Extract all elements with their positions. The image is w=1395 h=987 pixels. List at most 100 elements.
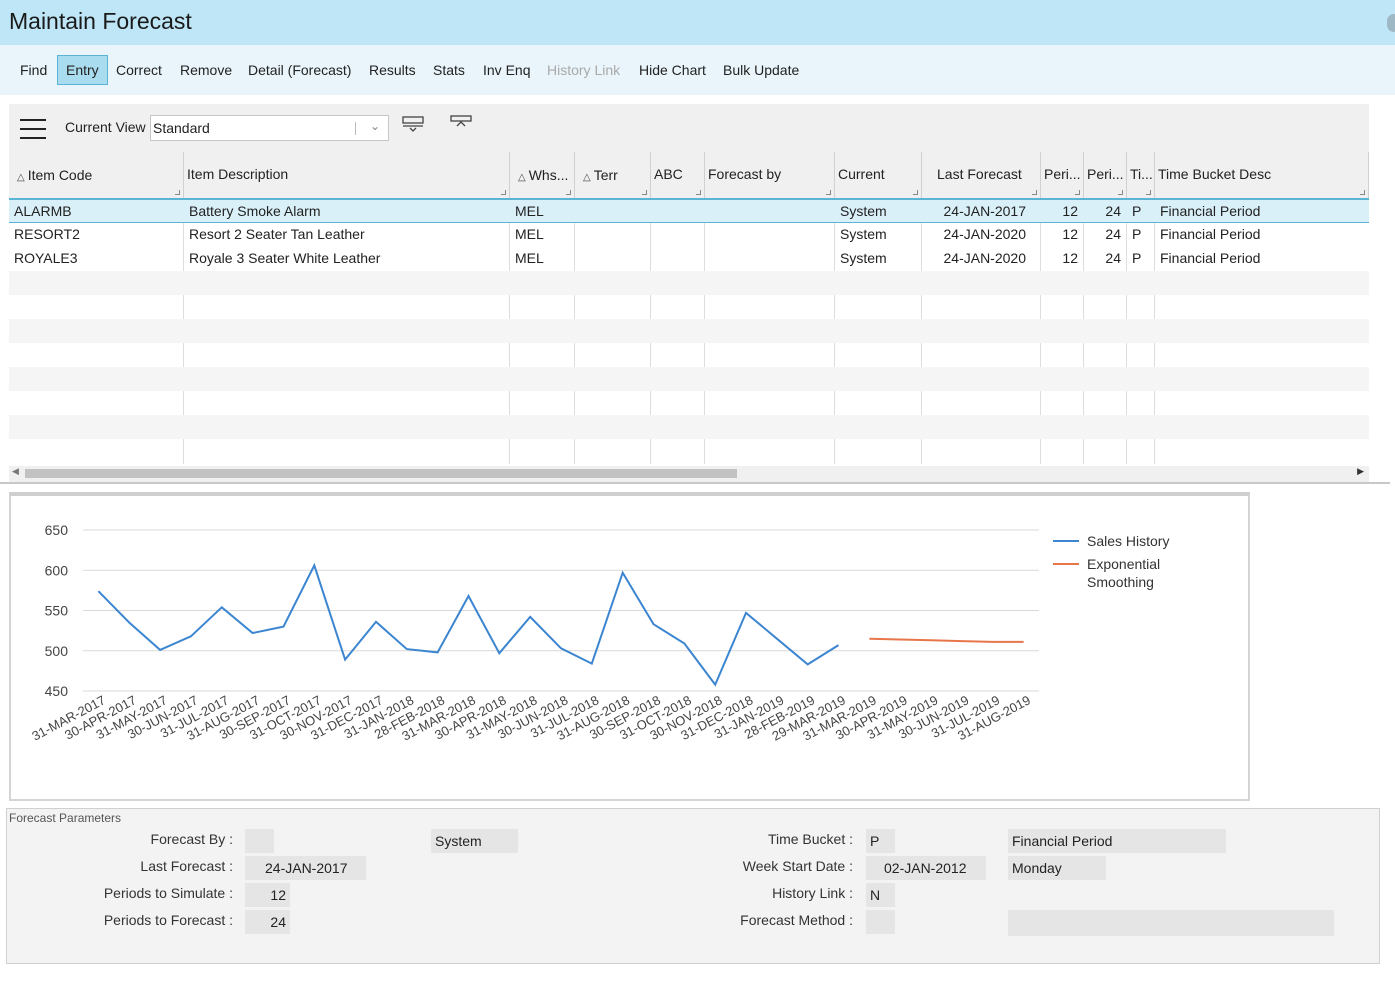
find-button[interactable]: Find [11, 55, 56, 85]
cell-item-desc: Battery Smoke Alarm [189, 203, 321, 219]
results-button[interactable]: Results [360, 55, 425, 85]
y-tick-label: 650 [45, 522, 69, 538]
forecast-by-label: Forecast By : [150, 831, 233, 847]
y-tick-label: 500 [45, 643, 69, 659]
cell-item-code: ALARMB [14, 203, 72, 219]
col-item-code[interactable]: △ Item Code [9, 152, 184, 198]
sort-asc-icon: △ [518, 172, 526, 183]
week-start-label: Week Start Date : [742, 858, 853, 874]
cell-periods-forecast: 24 [1105, 250, 1121, 266]
cell-periods-forecast: 24 [1105, 226, 1121, 242]
forecast-method-field[interactable] [866, 910, 895, 934]
forecast-parameters-title: Forecast Parameters [9, 811, 122, 825]
current-view-value: Standard [153, 120, 210, 136]
correct-button[interactable]: Correct [107, 55, 171, 85]
cell-time-bucket-desc: Financial Period [1160, 226, 1261, 242]
periods-simulate-field[interactable]: 12 [245, 883, 290, 907]
table-row[interactable]: ROYALE3 Royale 3 Seater White Leather ME… [9, 247, 1369, 271]
table-row-empty [9, 319, 1369, 343]
y-tick-label: 600 [45, 562, 69, 578]
grid-header: △ Item Code Item Description △ Whs... △ Ter… [9, 152, 1369, 199]
legend-label: Smoothing [1087, 574, 1154, 590]
col-last-forecast[interactable]: Last Forecast [922, 152, 1041, 198]
cell-whs: MEL [515, 250, 544, 266]
time-bucket-field[interactable]: P [866, 829, 895, 853]
window-control[interactable] [1387, 14, 1395, 32]
periods-forecast-field[interactable]: 24 [245, 910, 290, 934]
col-periods-simulate[interactable]: Peri... [1041, 152, 1084, 198]
cell-current: System [840, 203, 887, 219]
cell-item-desc: Resort 2 Seater Tan Leather [189, 226, 365, 242]
current-view-select[interactable]: Standard ⌄ [150, 115, 389, 141]
legend-label: Sales History [1087, 533, 1169, 549]
col-abc[interactable]: ABC [651, 152, 705, 198]
hide-chart-button[interactable]: Hide Chart [630, 55, 715, 85]
scrollbar-thumb[interactable] [25, 469, 737, 478]
cell-last-forecast: 24-JAN-2017 [943, 203, 1027, 219]
sort-asc-icon: △ [17, 172, 25, 183]
col-periods-forecast[interactable]: Peri... [1084, 152, 1127, 198]
col-terr[interactable]: △ Terr [575, 152, 651, 198]
time-bucket-desc: Financial Period [1008, 829, 1226, 853]
horizontal-scrollbar[interactable]: ◀ ▶ [9, 466, 1369, 480]
title-bar: Maintain Forecast [0, 0, 1395, 45]
bulk-update-button[interactable]: Bulk Update [714, 55, 808, 85]
table-row[interactable]: ALARMB Battery Smoke Alarm MEL System 24… [9, 199, 1369, 223]
forecast-by-desc: System [431, 829, 518, 853]
remove-button[interactable]: Remove [171, 55, 241, 85]
scroll-left-icon[interactable]: ◀ [12, 466, 19, 477]
cell-time-bucket: P [1132, 203, 1142, 219]
table-row[interactable]: RESORT2 Resort 2 Seater Tan Leather MEL … [9, 223, 1369, 247]
entry-button[interactable]: Entry [57, 55, 108, 85]
cell-item-code: RESORT2 [14, 226, 80, 242]
save-view-icon[interactable] [402, 115, 424, 133]
series-line [97, 562, 840, 687]
cell-time-bucket: P [1132, 226, 1142, 242]
time-bucket-label: Time Bucket : [767, 831, 853, 847]
scroll-right-icon[interactable]: ▶ [1357, 466, 1364, 477]
forecast-by-field[interactable] [245, 829, 274, 853]
forecast-grid: △ Item Code Item Description △ Whs... △ Ter… [9, 152, 1369, 470]
y-tick-label: 550 [45, 603, 69, 619]
current-view-label: Current View [65, 119, 146, 135]
week-start-field[interactable]: 02-JAN-2012 [866, 856, 986, 880]
history-link-field[interactable]: N [866, 883, 895, 907]
stats-button[interactable]: Stats [424, 55, 474, 85]
toolbar: Find Entry Correct Remove Detail (Foreca… [0, 45, 1395, 95]
detail-forecast-button[interactable]: Detail (Forecast) [239, 55, 360, 85]
sort-asc-icon: △ [583, 172, 591, 183]
cell-item-code: ROYALE3 [14, 250, 78, 266]
cell-current: System [840, 250, 887, 266]
inv-enq-button[interactable]: Inv Enq [474, 55, 539, 85]
col-time-bucket[interactable]: Ti... [1127, 152, 1155, 198]
table-row-empty [9, 415, 1369, 439]
legend-label: Exponential [1087, 556, 1160, 572]
periods-forecast-label: Periods to Forecast : [103, 912, 233, 928]
cell-current: System [840, 226, 887, 242]
col-whs[interactable]: △ Whs... [510, 152, 575, 198]
panel-splitter[interactable] [0, 482, 1390, 484]
cell-time-bucket-desc: Financial Period [1160, 250, 1261, 266]
col-forecast-by[interactable]: Forecast by [705, 152, 835, 198]
forecast-method-label: Forecast Method : [740, 912, 853, 928]
forecast-method-desc [1008, 910, 1334, 936]
chart-canvas: 65060055050045031-MAR-201730-APR-201731-… [29, 522, 1169, 744]
periods-simulate-label: Periods to Simulate : [103, 885, 233, 901]
cell-whs: MEL [515, 226, 544, 242]
collapse-view-icon[interactable] [450, 115, 472, 133]
history-link-button[interactable]: History Link [538, 55, 629, 85]
week-start-day: Monday [1008, 856, 1106, 880]
window-title: Maintain Forecast [9, 8, 192, 34]
forecast-parameters-panel: Forecast Parameters Forecast By : System… [6, 808, 1380, 964]
y-tick-label: 450 [45, 683, 69, 699]
menu-icon[interactable] [20, 119, 46, 139]
last-forecast-field[interactable]: 24-JAN-2017 [245, 856, 366, 880]
cell-time-bucket-desc: Financial Period [1160, 203, 1261, 219]
col-item-description[interactable]: Item Description [184, 152, 510, 198]
cell-periods-simulate: 12 [1062, 226, 1078, 242]
history-link-label: History Link : [772, 885, 853, 901]
cell-time-bucket: P [1132, 250, 1142, 266]
cell-periods-simulate: 12 [1062, 203, 1078, 219]
col-time-bucket-desc[interactable]: Time Bucket Desc [1155, 152, 1369, 198]
col-current[interactable]: Current [835, 152, 922, 198]
